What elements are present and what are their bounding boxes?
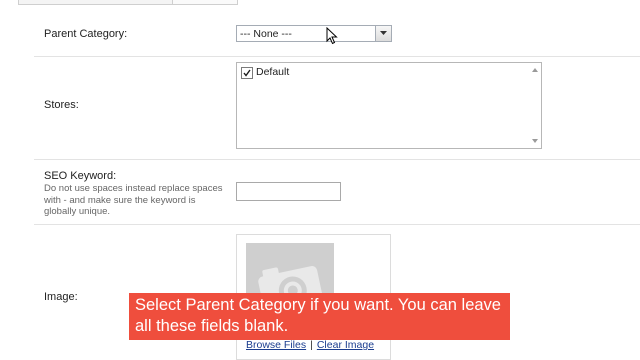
- scroll-down-icon[interactable]: [532, 139, 538, 143]
- mouse-pointer-icon: [326, 27, 338, 45]
- seo-keyword-label: SEO Keyword:: [44, 170, 117, 182]
- tab-strip: [0, 0, 640, 6]
- stores-list[interactable]: Default: [236, 62, 542, 149]
- row-divider: [34, 159, 640, 160]
- chevron-down-icon[interactable]: [375, 26, 391, 41]
- parent-category-label: Parent Category:: [44, 28, 128, 40]
- seo-keyword-help: Do not use spaces instead replace spaces…: [44, 183, 223, 217]
- store-default-checkbox[interactable]: [241, 67, 253, 79]
- tutorial-caption: Select Parent Category if you want. You …: [129, 293, 510, 340]
- store-default-label: Default: [256, 66, 290, 78]
- parent-category-value: --- None ---: [240, 28, 292, 40]
- image-label: Image:: [44, 291, 78, 303]
- clear-image-link[interactable]: Clear Image: [317, 339, 374, 351]
- stores-label: Stores:: [44, 99, 79, 111]
- seo-keyword-input[interactable]: [236, 182, 341, 201]
- browse-files-link[interactable]: Browse Files: [246, 339, 306, 351]
- stores-scrollbar[interactable]: [529, 63, 541, 148]
- tab-data[interactable]: [172, 0, 238, 5]
- row-divider: [34, 224, 640, 225]
- tab-general[interactable]: [18, 0, 174, 5]
- parent-category-select[interactable]: --- None ---: [236, 25, 392, 42]
- scroll-up-icon[interactable]: [532, 68, 538, 72]
- image-actions: Browse Files | Clear Image: [246, 339, 374, 351]
- link-separator: |: [310, 339, 313, 351]
- row-divider: [34, 56, 640, 57]
